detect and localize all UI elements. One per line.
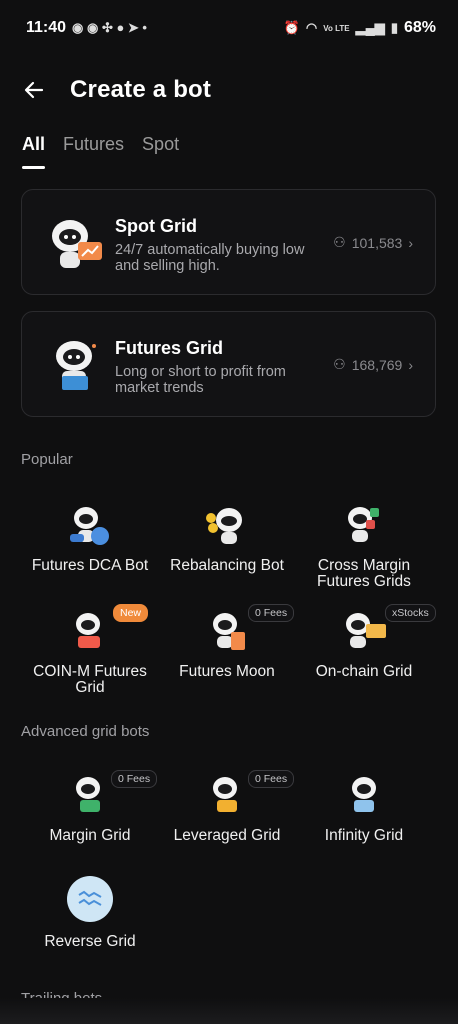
new-badge: New xyxy=(113,604,149,622)
spot-grid-card[interactable]: Spot Grid 24/7 automatically buying low … xyxy=(21,189,436,295)
robot-arrows-icon xyxy=(348,507,379,542)
user-count-value: 168,769 xyxy=(351,356,403,373)
card-description: Long or short to profit from market tren… xyxy=(115,364,286,396)
cross-margin-futures-grids-tile[interactable]: Cross Margin Futures Grids xyxy=(291,500,437,590)
reverse-grid-tile[interactable]: Reverse Grid xyxy=(17,876,163,950)
battery-icon: ▮ xyxy=(390,20,398,35)
robot-onchain-icon xyxy=(346,613,386,648)
back-button[interactable] xyxy=(20,76,48,104)
tile-label: Margin Grid xyxy=(49,827,131,844)
futures-dca-bot-tile[interactable]: Futures DCA Bot xyxy=(17,500,163,574)
arrow-left-icon xyxy=(24,81,44,99)
infinity-grid-tile[interactable]: Infinity Grid xyxy=(291,770,437,844)
user-icon: ⚇ xyxy=(333,356,346,372)
futures-moon-tile[interactable]: 0 Fees Futures Moon xyxy=(154,604,300,680)
status-time: 11:40 xyxy=(26,19,67,36)
tab-futures[interactable]: Futures xyxy=(63,134,124,165)
reverse-grid-icon xyxy=(67,876,113,922)
xstocks-badge: xStocks xyxy=(385,604,436,622)
margin-grid-tile[interactable]: 0 Fees Margin Grid xyxy=(17,770,163,844)
wifi-icon: ◠ xyxy=(305,20,318,35)
tile-label: Reverse Grid xyxy=(44,933,136,950)
card-title: Futures Grid xyxy=(115,338,224,358)
user-count: ⚇ 101,583 › xyxy=(333,234,413,251)
tab-bar: All Futures Spot xyxy=(22,134,179,169)
tile-label: Futures DCA Bot xyxy=(31,557,149,574)
robot-chart-icon xyxy=(52,220,102,268)
tile-label: Infinity Grid xyxy=(324,827,404,844)
bottom-bar xyxy=(0,998,458,1024)
robot-leverage-icon xyxy=(213,777,237,812)
alarm-icon: ⏰ xyxy=(283,20,300,35)
robot-laptop-icon xyxy=(56,341,96,390)
section-popular: Popular xyxy=(21,451,73,468)
robot-dca-icon xyxy=(70,507,109,545)
leveraged-grid-tile[interactable]: 0 Fees Leveraged Grid xyxy=(154,770,300,844)
section-advanced: Advanced grid bots xyxy=(21,723,150,740)
fees-badge: 0 Fees xyxy=(111,770,158,788)
signal-icon: ▂▄▆ xyxy=(355,20,385,35)
chevron-right-icon: › xyxy=(408,356,413,373)
robot-infinity-icon xyxy=(352,777,376,812)
robot-coin-m-icon xyxy=(76,613,100,648)
network-label: Vo LTE xyxy=(323,23,350,33)
tile-label: COIN-M Futures Grid xyxy=(33,663,147,696)
rebalancing-bot-tile[interactable]: Rebalancing Bot xyxy=(154,500,300,574)
page-title: Create a bot xyxy=(70,76,212,103)
tab-all[interactable]: All xyxy=(22,134,46,169)
card-description: 24/7 automatically buying low and sellin… xyxy=(115,242,305,274)
tile-label: Cross Margin Futures Grids xyxy=(317,557,411,590)
chevron-right-icon: › xyxy=(408,234,413,251)
robot-moon-icon xyxy=(213,613,245,650)
robot-margin-icon xyxy=(76,777,100,812)
fees-badge: 0 Fees xyxy=(248,604,295,622)
tab-spot[interactable]: Spot xyxy=(142,134,179,165)
battery-percent: 68% xyxy=(403,19,436,36)
on-chain-grid-tile[interactable]: xStocks On-chain Grid xyxy=(291,604,437,680)
futures-grid-card[interactable]: Futures Grid Long or short to profit fro… xyxy=(21,311,436,417)
coin-m-futures-grid-tile[interactable]: New COIN-M Futures Grid xyxy=(17,604,163,696)
status-bar: 11:40 ◉ ◉ ✣ ● ➤ • ⏰ ◠ Vo LTE ▂▄▆ ▮ 68% xyxy=(0,0,458,56)
user-icon: ⚇ xyxy=(333,234,346,250)
robot-coins-icon xyxy=(206,508,242,544)
user-count: ⚇ 168,769 › xyxy=(333,356,413,373)
tile-label: On-chain Grid xyxy=(315,663,413,680)
fees-badge: 0 Fees xyxy=(248,770,295,788)
notification-icons: ◉ ◉ ✣ ● ➤ • xyxy=(72,20,147,35)
tile-label: Rebalancing Bot xyxy=(170,557,284,574)
card-title: Spot Grid xyxy=(115,216,197,236)
tile-label: Futures Moon xyxy=(179,663,275,680)
tile-label: Leveraged Grid xyxy=(173,827,281,844)
user-count-value: 101,583 xyxy=(351,234,403,251)
header: Create a bot xyxy=(20,68,211,112)
